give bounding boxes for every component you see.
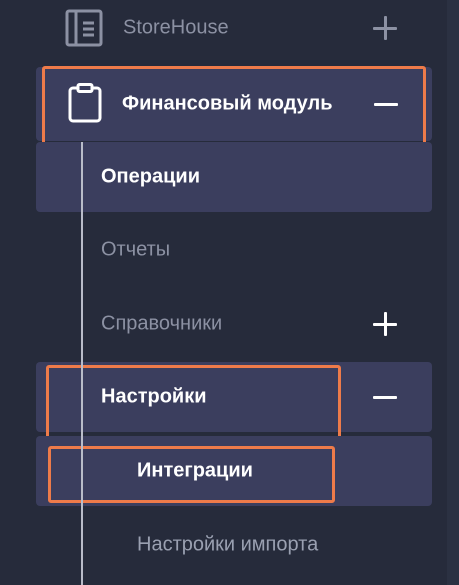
sidebar-item-import-settings-label: Настройки импорта [137, 533, 319, 556]
collapse-minus-icon[interactable] [373, 385, 397, 409]
collapse-minus-icon[interactable] [374, 92, 398, 116]
sidebar-item-reports-label: Отчеты [101, 238, 171, 261]
scroll-track [447, 0, 459, 585]
sidebar-item-operations-label: Операции [101, 165, 200, 188]
sidebar-item-finance-label: Финансовый модуль [122, 92, 333, 115]
sidebar-item-storehouse[interactable]: StoreHouse [36, 0, 432, 63]
sidebar-item-settings[interactable]: Настройки [36, 362, 432, 432]
sidebar-item-settings-label: Настройки [101, 385, 207, 408]
clipboard-icon [68, 83, 102, 123]
expand-plus-icon[interactable] [373, 312, 397, 336]
expand-plus-icon[interactable] [373, 16, 397, 40]
sidebar-item-operations[interactable]: Операции [36, 142, 432, 212]
sidebar-item-integrations-label: Интеграции [137, 459, 253, 482]
sidebar-item-finance[interactable]: Финансовый модуль [36, 67, 432, 141]
sidebar-item-import-settings[interactable]: Настройки импорта [36, 510, 432, 580]
sidebar-item-integrations[interactable]: Интеграции [36, 436, 432, 506]
sidebar-item-reports[interactable]: Отчеты [36, 215, 432, 285]
tree-connector-line [81, 142, 83, 585]
document-list-icon [65, 9, 103, 47]
sidebar-item-directories[interactable]: Справочники [36, 289, 432, 359]
sidebar-item-directories-label: Справочники [101, 312, 223, 335]
sidebar-nav: StoreHouse Финансовый модуль Операции От… [0, 0, 459, 585]
sidebar-item-storehouse-label: StoreHouse [123, 16, 229, 39]
